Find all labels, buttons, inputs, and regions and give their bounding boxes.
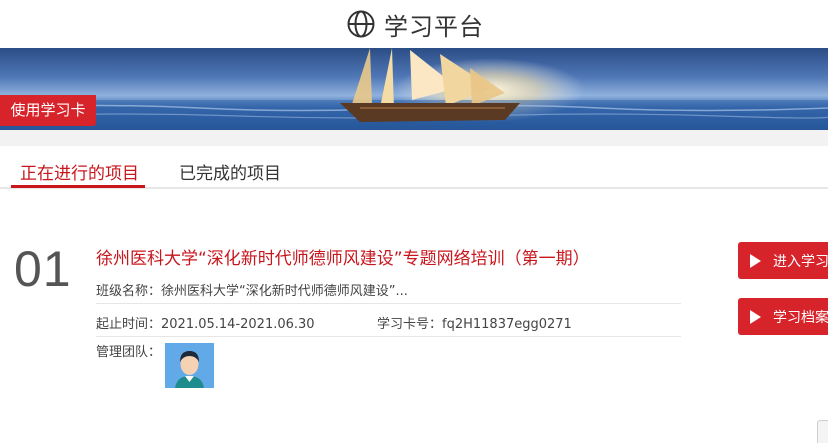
card-number-label: 学习卡号： — [377, 317, 443, 332]
platform-title: 学习平台 — [384, 12, 484, 41]
period-value: 2021.05.14-2021.06.30 — [161, 317, 315, 332]
row-divider — [96, 336, 681, 337]
project-title[interactable]: 徐州医科大学“深化新时代师德师风建设”专题网络培训（第一期） — [96, 244, 590, 269]
side-float-tab[interactable] — [817, 420, 828, 443]
globe-icon — [347, 10, 375, 38]
platform-logo[interactable]: 学习平台 — [346, 9, 484, 41]
card-number-value: fq2H11837egg0271 — [442, 317, 572, 332]
user-avatar-icon — [165, 343, 214, 388]
active-tab-indicator — [11, 185, 145, 188]
top-header: 学习平台 — [0, 0, 828, 48]
period-row: 起止时间：2021.05.14-2021.06.30 — [96, 313, 315, 332]
project-index: 01 — [14, 241, 72, 297]
class-name-label: 班级名称： — [96, 284, 162, 299]
row-divider — [96, 303, 681, 304]
tab-completed[interactable]: 已完成的项目 — [179, 159, 281, 184]
tab-in-progress[interactable]: 正在进行的项目 — [20, 159, 139, 184]
avatar[interactable] — [165, 343, 214, 388]
play-icon — [750, 309, 761, 324]
study-archive-button[interactable]: 学习档案 — [738, 298, 828, 335]
class-name-value: 徐州医科大学“深化新时代师德师风建设”... — [161, 284, 408, 299]
team-label: 管理团队： — [96, 345, 162, 360]
period-label: 起止时间： — [96, 317, 162, 332]
team-row: 管理团队： — [96, 341, 161, 360]
card-number-row: 学习卡号：fq2H11837egg0271 — [377, 313, 572, 332]
enter-study-label: 进入学习 — [773, 253, 828, 270]
play-icon — [750, 253, 761, 268]
section-divider — [0, 130, 828, 146]
hero-banner: 使用学习卡 — [0, 48, 828, 130]
sailing-ship-image — [0, 48, 828, 130]
class-name-row: 班级名称：徐州医科大学“深化新时代师德师风建设”... — [96, 280, 408, 299]
use-study-card-button[interactable]: 使用学习卡 — [0, 95, 96, 126]
project-tabs: 正在进行的项目 已完成的项目 — [0, 146, 828, 189]
study-archive-label: 学习档案 — [773, 309, 828, 326]
enter-study-button[interactable]: 进入学习 — [738, 242, 828, 279]
